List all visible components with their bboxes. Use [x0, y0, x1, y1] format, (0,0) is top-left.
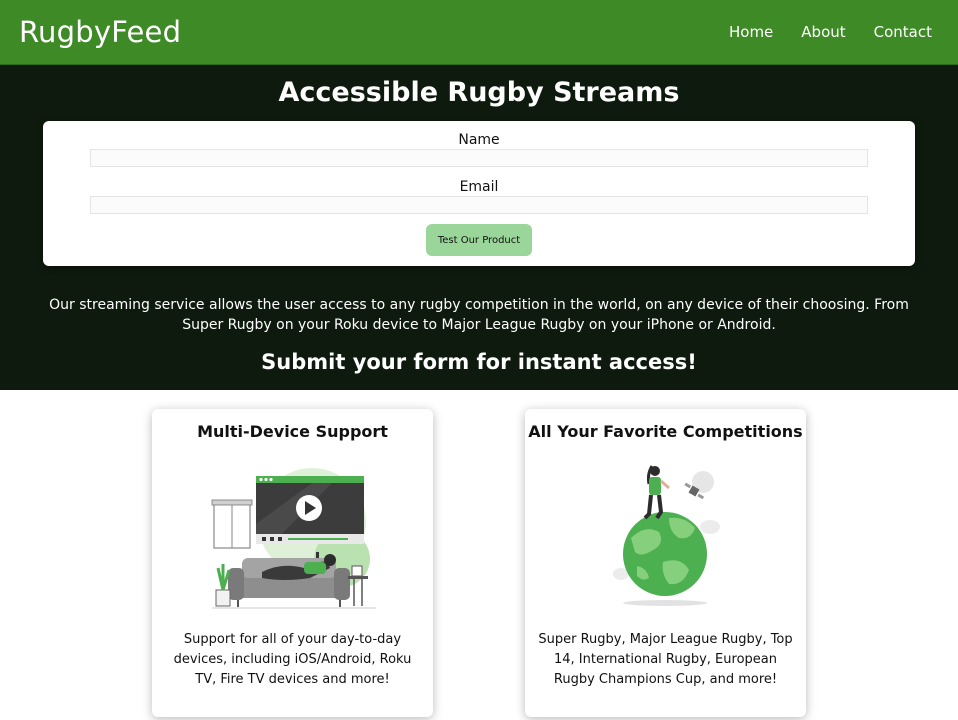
test-product-button[interactable]: Test Our Product [426, 224, 532, 256]
nav-link-contact[interactable]: Contact [874, 23, 932, 41]
hero-title: Accessible Rugby Streams [278, 77, 680, 108]
feature-card-competitions: All Your Favorite Competitions Super Rug… [525, 409, 806, 717]
hero-section: Accessible Rugby Streams Name Email Test… [0, 65, 958, 390]
person-on-globe-illustration [613, 465, 720, 606]
feature-description: Support for all of your day-to-day devic… [173, 632, 412, 687]
feature-description: Super Rugby, Major League Rugby, Top 14,… [538, 632, 793, 687]
email-input[interactable] [90, 196, 868, 214]
nav-links: Home About Contact [729, 23, 932, 41]
person-watching-tv-illustration [211, 468, 376, 609]
name-label: Name [458, 132, 500, 148]
name-input[interactable] [90, 149, 868, 167]
feature-title: All Your Favorite Competitions [528, 422, 803, 441]
brand-logo[interactable]: RugbyFeed [19, 15, 181, 49]
email-label: Email [459, 179, 499, 195]
hero-description: Our streaming service allows the user ac… [49, 297, 909, 333]
feature-title: Multi-Device Support [197, 422, 388, 441]
hero-cta: Submit your form for instant access! [261, 350, 697, 374]
nav-link-home[interactable]: Home [729, 23, 773, 41]
feature-card-devices: Multi-Device Support Support for all of … [152, 409, 433, 717]
nav-link-about[interactable]: About [801, 23, 845, 41]
navbar: RugbyFeed Home About Contact [0, 0, 958, 65]
signup-form: Name Email Test Our Product [43, 121, 915, 266]
